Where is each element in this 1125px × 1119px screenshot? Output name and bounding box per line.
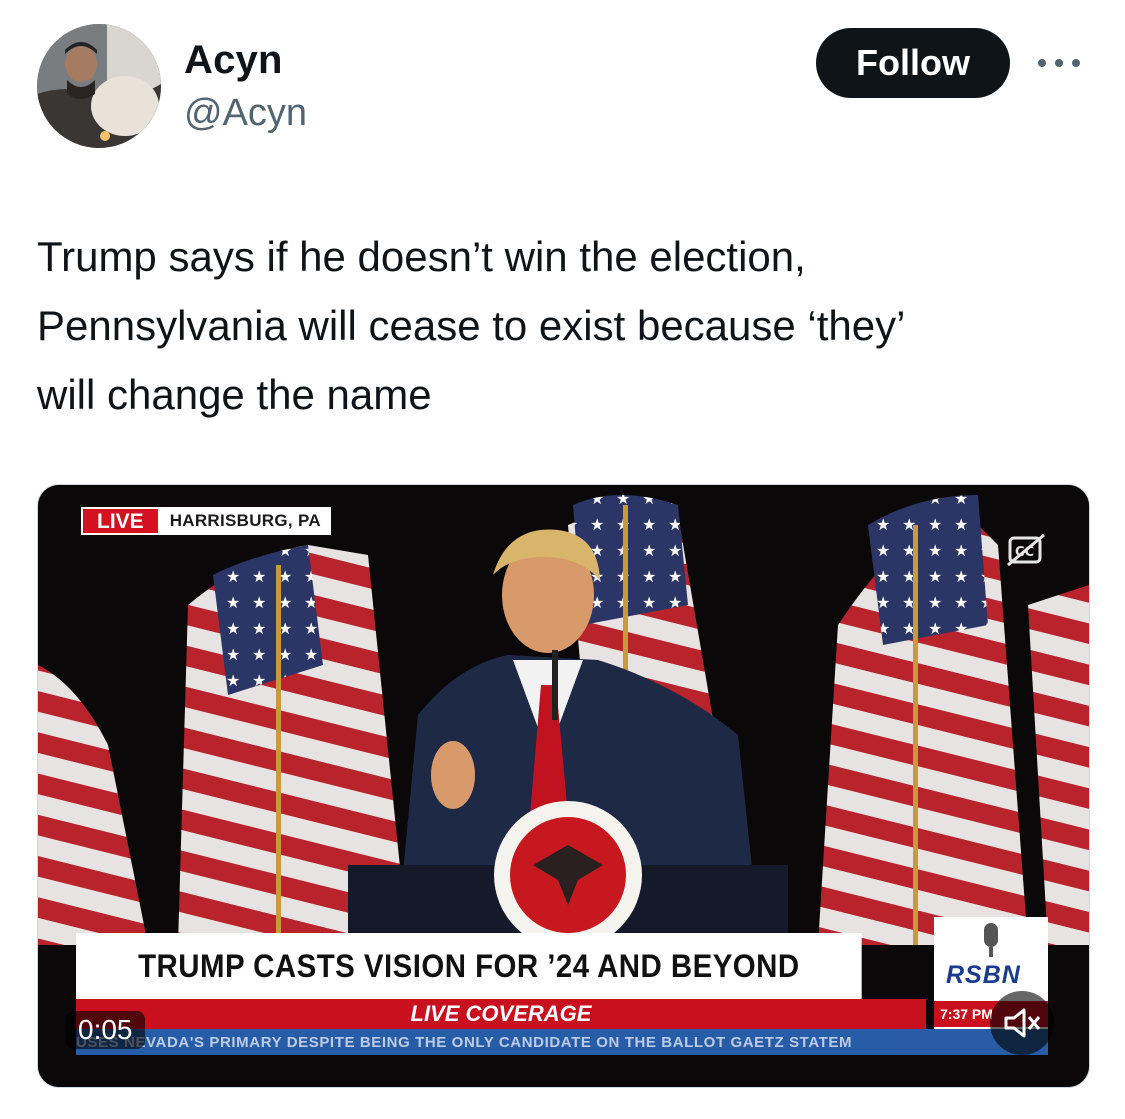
microphone-icon	[984, 923, 998, 957]
location-label: HARRISBURG, PA	[159, 507, 331, 535]
author-avatar[interactable]	[37, 24, 161, 148]
video-timestamp: 0:05	[66, 1011, 145, 1049]
news-ticker: USES NEVADA'S PRIMARY DESPITE BEING THE …	[76, 1029, 1048, 1055]
network-name: RSBN	[946, 961, 1021, 989]
chyron-headline: TRUMP CASTS VISION FOR ’24 AND BEYOND	[76, 933, 862, 999]
live-badge: LIVE	[81, 507, 160, 535]
tweet-text: Trump says if he doesn’t win the electio…	[37, 222, 1087, 429]
tweet-text-line: Trump says if he doesn’t win the electio…	[37, 233, 806, 280]
more-icon[interactable]	[1034, 48, 1084, 78]
closed-captions-off-icon[interactable]: CC	[1006, 533, 1046, 569]
author-handle[interactable]: @Acyn	[184, 92, 307, 135]
author-name[interactable]: Acyn	[184, 38, 283, 83]
tweet-text-line: will change the name	[37, 371, 432, 418]
tweet-text-line: Pennsylvania will cease to exist because…	[37, 302, 906, 349]
live-location-bug: LIVE HARRISBURG, PA	[81, 507, 331, 535]
avatar-image	[37, 24, 161, 148]
volume-muted-icon[interactable]	[990, 991, 1054, 1055]
live-coverage-bar: LIVE COVERAGE	[76, 999, 926, 1029]
follow-button[interactable]: Follow	[816, 28, 1010, 98]
video-player[interactable]: ★ LIVE HARRISBURG, PA	[37, 484, 1090, 1088]
